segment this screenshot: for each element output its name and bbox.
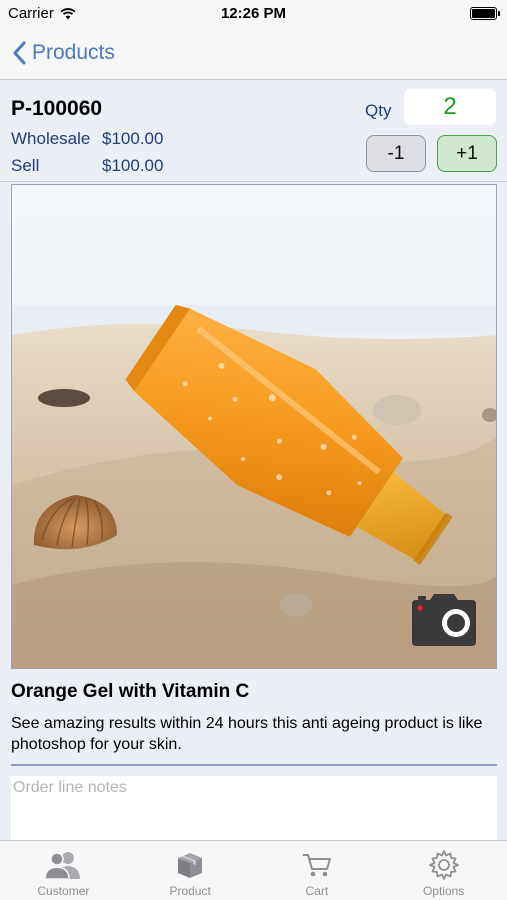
wholesale-label: Wholesale xyxy=(11,129,91,148)
tab-product-label: Product xyxy=(169,884,211,898)
camera-button[interactable] xyxy=(408,592,480,648)
navigation-bar: Products xyxy=(0,28,507,80)
tab-cart-label: Cart xyxy=(305,884,329,898)
clock: 12:26 PM xyxy=(220,5,287,22)
cart-icon xyxy=(302,854,331,877)
back-button-label: Products xyxy=(32,41,115,64)
gear-icon xyxy=(428,850,459,880)
decrement-button[interactable]: -1 xyxy=(366,135,426,172)
battery-icon xyxy=(470,7,500,20)
sell-price-row: Sell $100.00 xyxy=(11,156,163,176)
status-bar: Carrier 12:26 PM xyxy=(0,0,507,28)
tab-cart[interactable]: Cart xyxy=(254,841,381,900)
description-divider xyxy=(11,764,497,766)
customer-icon xyxy=(44,852,81,880)
product-box-icon xyxy=(178,853,203,878)
tab-options[interactable]: Options xyxy=(380,841,507,900)
wholesale-price-row: Wholesale $100.00 xyxy=(11,129,163,149)
increment-button[interactable]: +1 xyxy=(437,135,497,172)
camera-icon xyxy=(412,594,476,646)
tab-customer-label: Customer xyxy=(37,884,90,898)
tab-product[interactable]: Product xyxy=(127,841,254,900)
sell-price: $100.00 xyxy=(102,156,164,175)
tab-customer[interactable]: Customer xyxy=(0,841,127,900)
sell-label: Sell xyxy=(11,156,40,175)
wholesale-price: $100.00 xyxy=(102,129,164,148)
product-code: P-100060 xyxy=(11,97,103,120)
order-line-notes-field[interactable] xyxy=(11,776,497,842)
back-button[interactable]: Products xyxy=(12,38,115,68)
qty-field[interactable]: 2 xyxy=(404,89,496,125)
header-divider xyxy=(0,181,507,182)
product-title: Orange Gel with Vitamin C xyxy=(11,681,250,702)
tab-bar: Customer Product Cart Options xyxy=(0,840,507,900)
chevron-left-icon xyxy=(13,41,26,65)
qty-label: Qty xyxy=(365,101,392,120)
product-description: See amazing results within 24 hours this… xyxy=(11,715,483,753)
tab-options-label: Options xyxy=(422,884,465,898)
